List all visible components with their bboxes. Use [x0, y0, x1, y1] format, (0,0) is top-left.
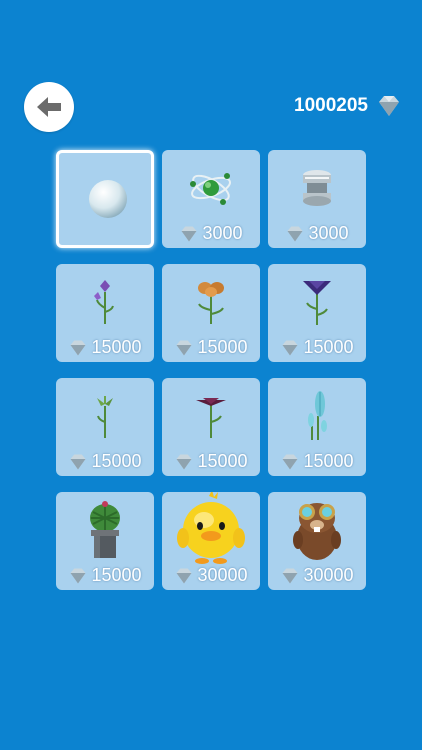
diamond-icon: [70, 568, 86, 583]
diamond-icon: [379, 96, 399, 116]
price-value: 3000: [202, 223, 243, 243]
diamond-icon: [282, 568, 298, 583]
item-card-orange-flower[interactable]: 15000: [162, 264, 260, 362]
price-tag: 30000: [268, 565, 366, 586]
orange-flower-image: [162, 268, 260, 336]
diamond-icon: [287, 226, 303, 241]
item-card-beaver-with-goggles[interactable]: 30000: [268, 492, 366, 590]
item-card-green-sprout[interactable]: 15000: [56, 378, 154, 476]
diamond-icon: [176, 454, 192, 469]
beaver-with-goggles-image: [268, 496, 366, 564]
diamond-icon: [70, 454, 86, 469]
price-value: 30000: [303, 565, 354, 585]
blue-feather-plant-image: [268, 382, 366, 450]
item-card-ball[interactable]: [56, 150, 154, 248]
price-value: 3000: [308, 223, 349, 243]
potted-cactus-image: [56, 496, 154, 564]
item-card-metal-capsule[interactable]: 3000: [268, 150, 366, 248]
item-card-dark-red-flower[interactable]: 15000: [162, 378, 260, 476]
price-tag: 15000: [162, 337, 260, 358]
price-value: 15000: [91, 337, 142, 357]
price-tag: 15000: [56, 451, 154, 472]
yellow-duck-image: [162, 492, 260, 568]
ball-image: [59, 165, 151, 233]
price-tag: 15000: [56, 565, 154, 586]
price-value: 15000: [303, 337, 354, 357]
diamond-icon: [70, 340, 86, 355]
price-tag: 30000: [162, 565, 260, 586]
item-card-yellow-duck[interactable]: 30000: [162, 492, 260, 590]
price-tag: 3000: [268, 223, 366, 244]
item-card-potted-cactus[interactable]: 15000: [56, 492, 154, 590]
metal-capsule-image: [268, 154, 366, 222]
gem-balance: 1000205: [294, 94, 402, 118]
diamond-icon: [181, 226, 197, 241]
price-value: 15000: [197, 451, 248, 471]
arrow-left-icon: [37, 97, 61, 117]
atom-orb-image: [162, 154, 260, 222]
price-tag: 15000: [268, 337, 366, 358]
back-button[interactable]: [24, 82, 74, 132]
green-sprout-image: [56, 382, 154, 450]
price-value: 15000: [91, 451, 142, 471]
item-card-atom-orb[interactable]: 3000: [162, 150, 260, 248]
item-card-blue-feather-plant[interactable]: 15000: [268, 378, 366, 476]
item-card-purple-flower[interactable]: 15000: [56, 264, 154, 362]
purple-flower-image: [56, 268, 154, 336]
price-value: 30000: [197, 565, 248, 585]
diamond-icon: [176, 568, 192, 583]
diamond-icon: [282, 340, 298, 355]
price-tag: 3000: [162, 223, 260, 244]
price-value: 15000: [303, 451, 354, 471]
dark-red-flower-image: [162, 382, 260, 450]
price-tag: 15000: [268, 451, 366, 472]
diamond-icon: [176, 340, 192, 355]
price-value: 15000: [197, 337, 248, 357]
price-tag: 15000: [56, 337, 154, 358]
price-value: 15000: [91, 565, 142, 585]
diamond-icon: [282, 454, 298, 469]
price-tag: 15000: [162, 451, 260, 472]
item-card-violet-bell-flower[interactable]: 15000: [268, 264, 366, 362]
violet-bell-flower-image: [268, 268, 366, 336]
gem-count: 1000205: [294, 95, 368, 116]
item-grid: 3000 3000 15000 15000 15000 15000 15000 …: [56, 150, 366, 590]
